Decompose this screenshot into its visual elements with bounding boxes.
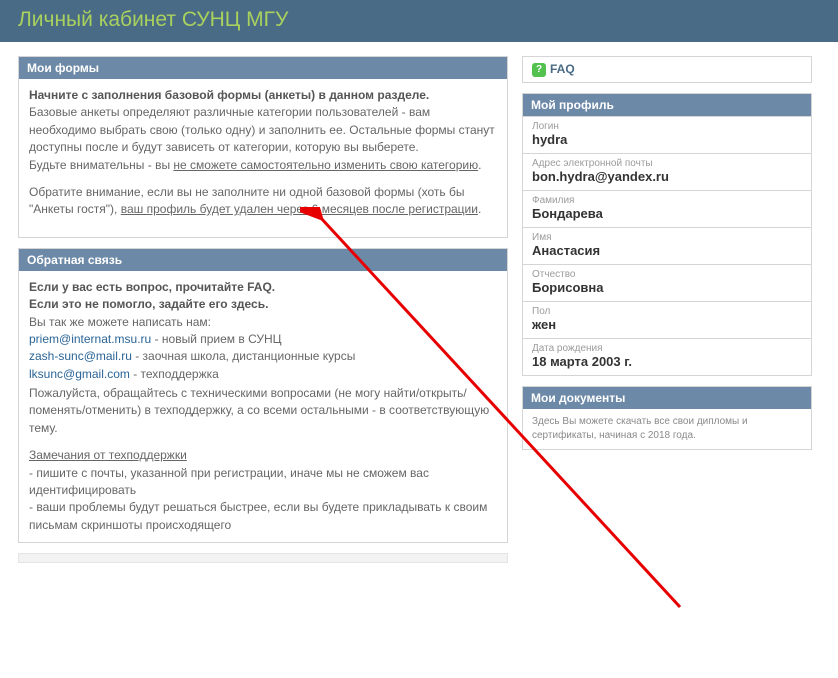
header-bar: Личный кабинет СУНЦ МГУ — [0, 0, 838, 42]
lastname-value: Бондарева — [532, 206, 802, 221]
firstname-value: Анастасия — [532, 243, 802, 258]
forms-p2-link: ваш профиль будет удален через 6 месяцев… — [121, 202, 478, 216]
patronymic-value: Борисовна — [532, 280, 802, 295]
dob-value: 18 марта 2003 г. — [532, 354, 802, 369]
dob-label: Дата рождения — [532, 343, 802, 354]
sex-label: Пол — [532, 306, 802, 317]
docs-panel: Мои документы Здесь Вы можете скачать вс… — [522, 386, 812, 450]
forms-warn-link: не сможете самостоятельно изменить свою … — [173, 158, 478, 172]
docs-panel-title: Мои документы — [523, 387, 811, 409]
email-zash-desc: - заочная школа, дистанционные курсы — [132, 349, 355, 363]
tech-note: Пожалуйста, обращайтесь с техническими в… — [29, 385, 497, 437]
profile-firstname: Имя Анастасия — [522, 228, 812, 265]
faq-lead1: Если у вас есть вопрос, прочитайте FAQ. — [29, 280, 275, 294]
login-label: Логин — [532, 121, 802, 132]
forms-p1: Базовые анкеты определяют различные кате… — [29, 105, 495, 154]
profile-login: Логин hydra — [522, 117, 812, 154]
feedback-panel: Обратная связь Если у вас есть вопрос, п… — [18, 248, 508, 543]
profile-lastname: Фамилия Бондарева — [522, 191, 812, 228]
forms-panel: Мои формы Начните с заполнения базовой ф… — [18, 56, 508, 238]
col-right: ? FAQ Мой профиль Логин hydra Адрес элект… — [522, 56, 812, 460]
email-zash[interactable]: zash-sunc@mail.ru — [29, 349, 132, 363]
support-notes-title: Замечания от техподдержки — [29, 448, 187, 462]
docs-body: Здесь Вы можете скачать все свои дипломы… — [523, 409, 811, 449]
forms-panel-title: Мои формы — [19, 57, 507, 79]
login-value: hydra — [532, 132, 802, 147]
also-write: Вы так же можете написать нам: — [29, 315, 211, 329]
profile-sex: Пол жен — [522, 302, 812, 339]
spacer-bar — [18, 553, 508, 563]
forms-warn-post: . — [478, 158, 481, 172]
email-value: bon.hydra@yandex.ru — [532, 169, 802, 184]
sex-value: жен — [532, 317, 802, 332]
forms-warn-pre: Будьте внимательны - вы — [29, 158, 173, 172]
profile-panel-title: Мой профиль — [523, 94, 811, 116]
profile-dob: Дата рождения 18 марта 2003 г. — [522, 339, 812, 376]
col-left: Мои формы Начните с заполнения базовой ф… — [18, 56, 508, 563]
profile-panel: Мой профиль — [522, 93, 812, 117]
email-label: Адрес электронной почты — [532, 158, 802, 169]
faq-label: FAQ — [550, 62, 575, 76]
feedback-panel-title: Обратная связь — [19, 249, 507, 271]
support-note-1: - пишите с почты, указанной при регистра… — [29, 466, 429, 497]
email-lksunc-desc: - техподдержка — [130, 367, 219, 381]
support-note-2: - ваши проблемы будут решаться быстрее, … — [29, 500, 487, 531]
firstname-label: Имя — [532, 232, 802, 243]
lastname-label: Фамилия — [532, 195, 802, 206]
forms-p2-post: . — [478, 202, 481, 216]
email-priem[interactable]: priem@internat.msu.ru — [29, 332, 151, 346]
profile-patronymic: Отчество Борисовна — [522, 265, 812, 302]
profile-email: Адрес электронной почты bon.hydra@yandex… — [522, 154, 812, 191]
forms-panel-body: Начните с заполнения базовой формы (анке… — [19, 79, 507, 237]
email-lksunc[interactable]: lksunc@gmail.com — [29, 367, 130, 381]
page-title: Личный кабинет СУНЦ МГУ — [18, 8, 820, 32]
faq-link[interactable]: ? FAQ — [522, 56, 812, 83]
help-icon: ? — [532, 63, 546, 77]
forms-lead: Начните с заполнения базовой формы (анке… — [29, 88, 429, 102]
feedback-panel-body: Если у вас есть вопрос, прочитайте FAQ. … — [19, 271, 507, 542]
email-priem-desc: - новый прием в СУНЦ — [151, 332, 281, 346]
page-wrap: Мои формы Начните с заполнения базовой ф… — [0, 42, 838, 577]
patronymic-label: Отчество — [532, 269, 802, 280]
faq-lead2: Если это не помогло, задайте его здесь. — [29, 297, 268, 311]
